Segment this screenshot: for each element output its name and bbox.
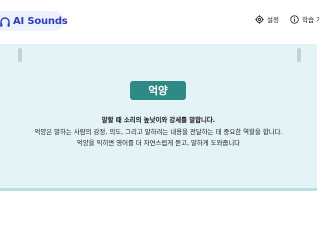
term-definition: 말할 때 소리의 높낮이와 강세를 말합니다. <box>101 116 216 124</box>
term-badge: 억양 <box>130 81 186 100</box>
card-pin-left <box>18 48 22 62</box>
settings-label: 설정 <box>267 16 279 24</box>
guide-label: 학습 가이드 <box>302 16 320 24</box>
info-circle-icon <box>290 14 299 24</box>
term-explanation-line-2: 억양을 익히면 영어를 더 자연스럽게 듣고, 말하게 도와줍니다 <box>76 139 241 147</box>
term-explanation-line-1: 억양은 말하는 사람의 감정, 의도, 그리고 말하려는 내용을 전달하는 데 … <box>34 128 283 136</box>
brand-name: AI Sounds <box>13 15 68 27</box>
term-card: 억양 말할 때 소리의 높낮이와 강세를 말합니다. 억양은 말하는 사람의 감… <box>0 44 317 191</box>
gear-icon <box>255 14 264 24</box>
headphones-icon <box>0 14 10 28</box>
top-header: AI Sounds 설정 학습 가이드 <box>0 0 320 42</box>
card-pin-right <box>297 48 301 62</box>
guide-button[interactable]: 학습 가이드 <box>290 14 320 24</box>
content-area <box>0 191 317 240</box>
brand-logo[interactable]: AI Sounds <box>0 11 68 31</box>
settings-button[interactable]: 설정 <box>255 14 279 24</box>
